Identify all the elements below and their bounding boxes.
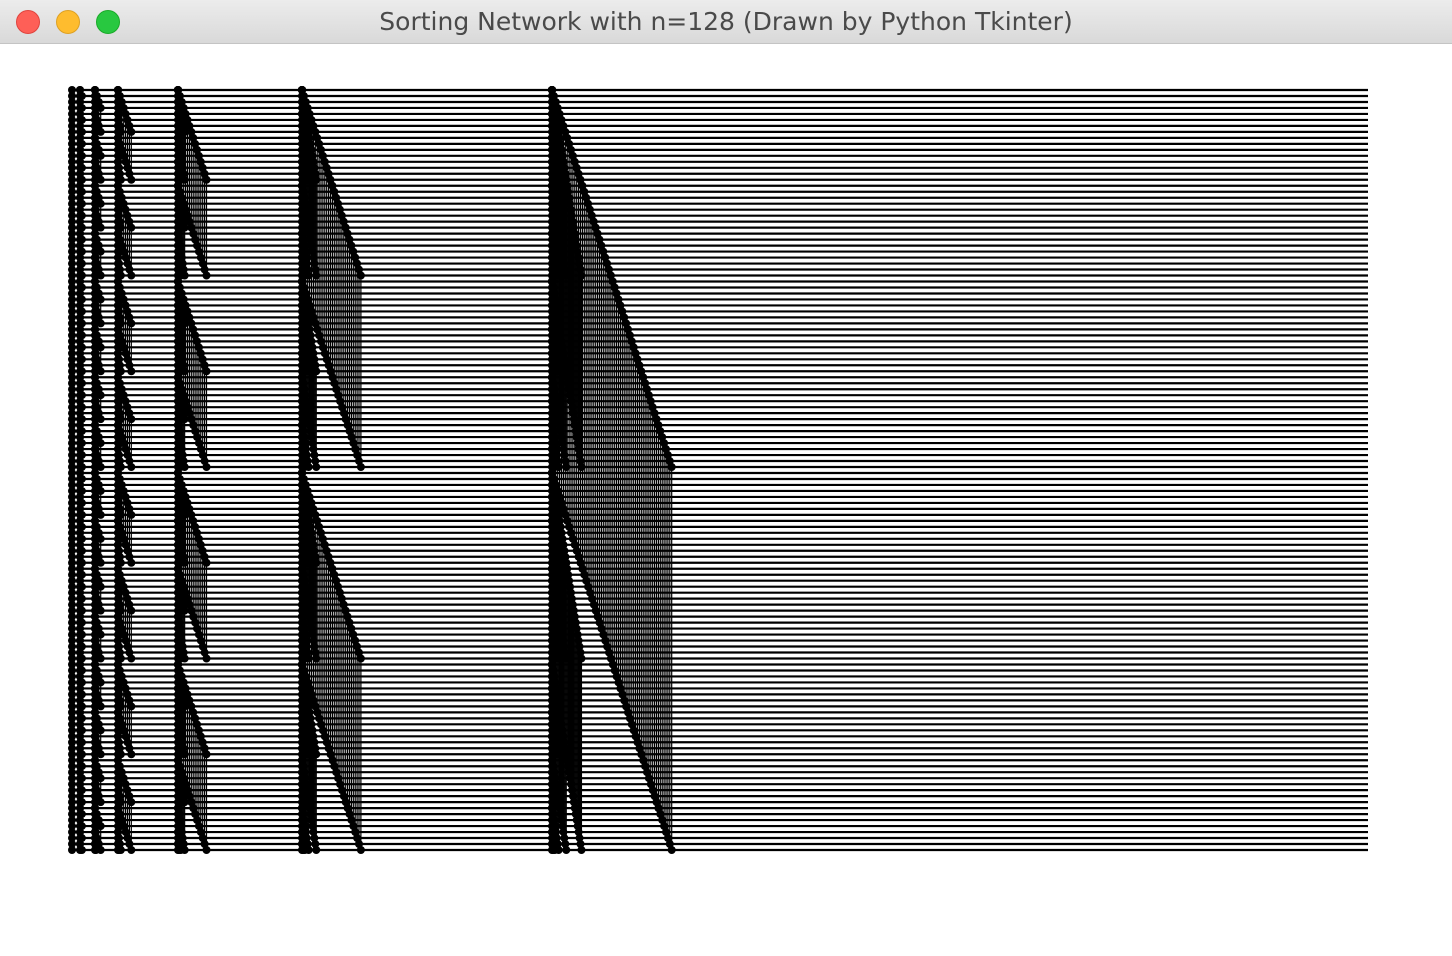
comparator-node — [312, 175, 321, 184]
comparator-node — [202, 654, 211, 663]
comparator-node — [127, 175, 136, 184]
comparator-node — [127, 415, 136, 424]
comparator-node — [127, 798, 136, 807]
comparator-node — [562, 750, 571, 759]
comparator-node — [127, 750, 136, 759]
comparator-node — [562, 654, 571, 663]
comparator-node — [562, 367, 571, 376]
comparator-node — [68, 846, 76, 854]
comparator-node — [577, 846, 586, 854]
comparator-node — [127, 127, 136, 136]
comparator-node — [174, 846, 182, 854]
app-window: Sorting Network with n=128 (Drawn by Pyt… — [0, 0, 1452, 956]
title-bar[interactable]: Sorting Network with n=128 (Drawn by Pyt… — [0, 0, 1452, 44]
comparator-node — [127, 654, 136, 663]
comparator-node — [76, 846, 84, 854]
comparator-node — [312, 271, 321, 280]
comparator-node — [562, 846, 571, 854]
comparator-node — [667, 463, 676, 472]
comparator-node — [127, 606, 136, 615]
comparator-node — [562, 175, 571, 184]
comparator-node — [312, 558, 321, 567]
comparator-node — [127, 558, 136, 567]
comparator-node — [356, 846, 365, 854]
comparator-node — [312, 367, 321, 376]
window-title: Sorting Network with n=128 (Drawn by Pyt… — [379, 7, 1073, 36]
comparator-node — [312, 654, 321, 663]
comparator-node — [127, 463, 136, 472]
comparator-node — [312, 463, 321, 472]
comparator-node — [356, 654, 365, 663]
sorting-network-diagram — [68, 86, 1368, 854]
tkinter-canvas — [0, 44, 1452, 956]
comparator-node — [312, 846, 321, 854]
comparator-node — [298, 846, 306, 854]
comparator-node — [202, 367, 211, 376]
comparator-node — [202, 175, 211, 184]
comparator-node — [356, 271, 365, 280]
comparator-node — [312, 750, 321, 759]
comparator-node — [202, 750, 211, 759]
comparator-node — [577, 654, 586, 663]
comparator-node — [202, 846, 211, 854]
comparator-node — [202, 463, 211, 472]
comparator-node — [91, 846, 99, 854]
comparator-node — [127, 702, 136, 711]
comparator-node — [667, 846, 676, 854]
comparator-node — [562, 271, 571, 280]
comparator-node — [127, 367, 136, 376]
wires — [72, 88, 1368, 852]
comparator-node — [562, 558, 571, 567]
comparator-node — [127, 510, 136, 519]
comparators — [68, 86, 676, 854]
comparator-node — [562, 463, 571, 472]
comparator-node — [356, 463, 365, 472]
comparator-node — [127, 319, 136, 328]
comparator-node — [577, 463, 586, 472]
comparator-node — [202, 558, 211, 567]
comparator-node — [127, 846, 136, 854]
comparator-node — [577, 271, 586, 280]
comparator-node — [127, 223, 136, 232]
comparator-node — [202, 271, 211, 280]
comparator-node — [114, 846, 122, 854]
comparator-node — [127, 271, 136, 280]
